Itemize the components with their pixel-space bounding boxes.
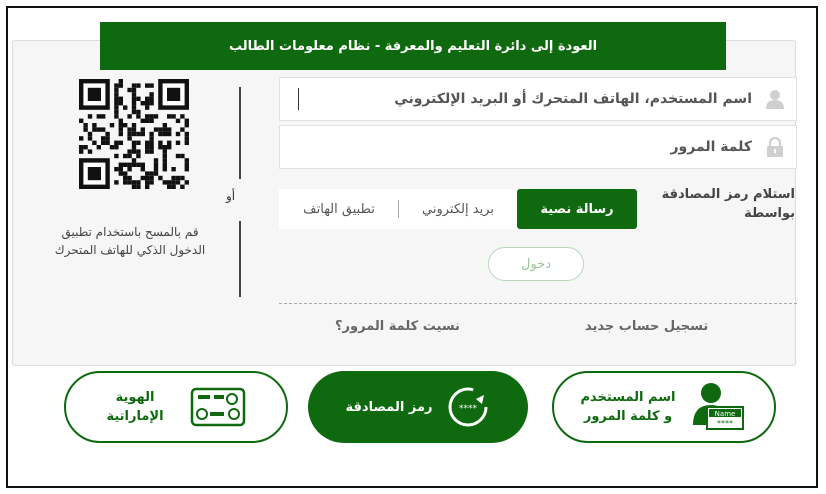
username-password-label: اسم المستخدم و كلمة المرور [580, 390, 676, 424]
password-placeholder: كلمة المرور [670, 139, 752, 155]
qr-code [79, 79, 189, 205]
otp-code-option[interactable]: **** رمز المصادقة [308, 371, 528, 443]
username-field[interactable]: اسم المستخدم، الهاتف المتحرك أو البريد ا… [279, 77, 797, 121]
otp-option-email[interactable]: بريد إلكتروني [399, 189, 517, 229]
user-card-icon: Name **** [689, 381, 747, 433]
login-card: اسم المستخدم، الهاتف المتحرك أو البريد ا… [12, 40, 797, 366]
emirates-id-icon [190, 387, 246, 427]
otp-method-selector: رسالة نصية بريد إلكتروني تطبيق الهاتف [279, 189, 637, 229]
lock-icon [764, 136, 786, 158]
dashed-divider [279, 303, 797, 304]
password-field[interactable]: كلمة المرور [279, 125, 797, 169]
username-password-option[interactable]: Name **** اسم المستخدم و كلمة المرور [552, 371, 776, 443]
otp-code-label: رمز المصادقة [345, 399, 433, 415]
emirates-id-label: الهوية الإماراتية [106, 390, 164, 424]
or-label: أو [226, 189, 236, 203]
pin-mask: **** [717, 419, 733, 428]
otp-pin-mask: **** [459, 404, 478, 414]
otp-method-label: استلام رمز المصادقة بواسطة [661, 187, 795, 221]
user-icon [764, 88, 786, 110]
login-button[interactable]: دخول [488, 247, 584, 281]
separator-bottom [239, 221, 241, 297]
forgot-password-link[interactable]: نسيت كلمة المرور؟ [335, 319, 460, 334]
otp-refresh-icon: **** [446, 385, 490, 429]
username-placeholder: اسم المستخدم، الهاتف المتحرك أو البريد ا… [394, 91, 752, 107]
otp-option-sms[interactable]: رسالة نصية [517, 189, 637, 229]
register-link[interactable]: تسجيل حساب جديد [585, 319, 708, 334]
emirates-id-option[interactable]: الهوية الإماراتية [64, 371, 288, 443]
option-divider [398, 200, 399, 218]
separator-top [239, 87, 241, 179]
name-tag: Name [715, 410, 736, 418]
qr-instructions: قم بالمسح باستخدام تطبيق الدخول الذكي لل… [54, 225, 206, 257]
text-caret [298, 88, 299, 110]
back-banner[interactable]: العودة إلى دائرة التعليم والمعرفة - نظام… [100, 22, 726, 70]
otp-option-app[interactable]: تطبيق الهاتف [280, 189, 398, 229]
